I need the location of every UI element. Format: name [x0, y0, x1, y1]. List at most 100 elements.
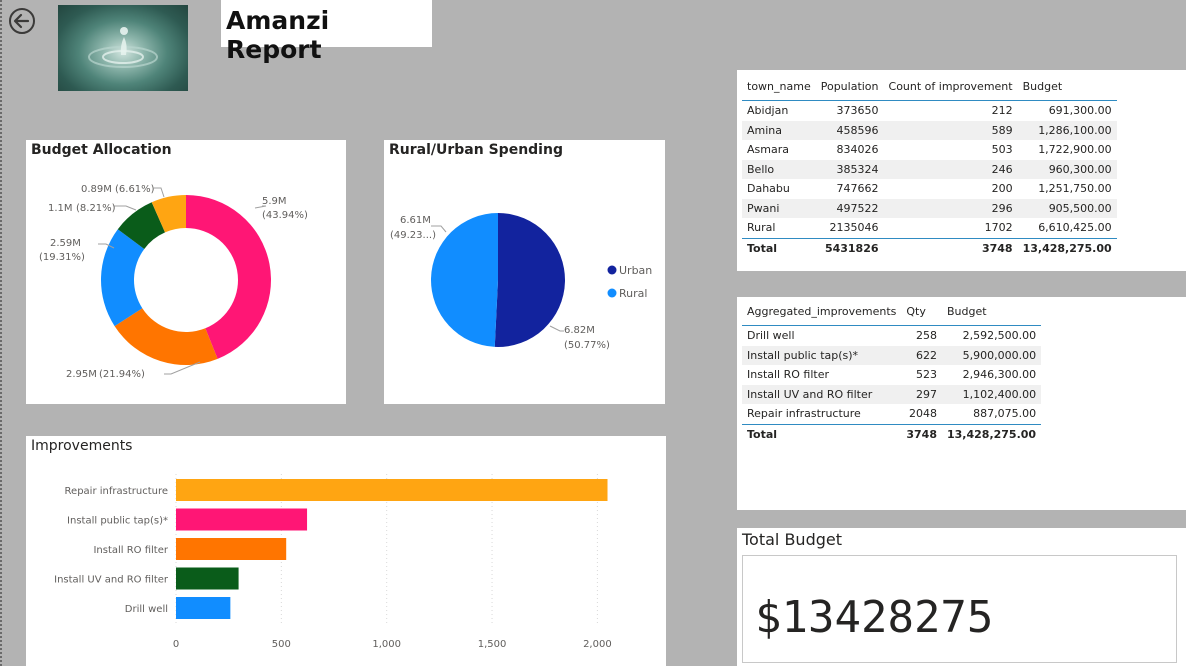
total-budget-box: $13428275: [742, 555, 1177, 663]
table-cell: 1,722,900.00: [1038, 143, 1112, 157]
table-cell: 497522: [815, 198, 884, 218]
column-header[interactable]: Budget: [1017, 73, 1117, 101]
slice-label-pct: (8.21%): [76, 203, 116, 214]
column-header[interactable]: town_name: [742, 73, 816, 101]
table-cell: 905,500.00: [1017, 198, 1117, 218]
table-cell: 297: [901, 384, 942, 404]
table-row[interactable]: Install public tap(s)* 622 5,900,000.00: [742, 345, 1042, 365]
table-cell: 246: [883, 159, 1018, 179]
improvements-table-card: Aggregated_improvements Qty Budget Drill w…: [737, 297, 1186, 510]
total-cell: 5431826: [815, 237, 884, 258]
table-row[interactable]: Drill well 258 2,592,500.00: [742, 326, 1041, 346]
y-category-label: Install public tap(s)*: [67, 516, 168, 527]
legend-marker-rural: [607, 288, 617, 298]
table-cell: Dahabu: [747, 182, 790, 196]
budget-slice-1[interactable]: [114, 308, 218, 365]
table-cell: 622: [901, 345, 942, 365]
column-header[interactable]: Qty: [901, 298, 942, 326]
bar[interactable]: [176, 597, 231, 619]
table-cell: 200: [991, 182, 1013, 196]
table-cell: 2,946,300.00: [962, 368, 1037, 382]
table-row[interactable]: Repair infrastructure 2048 887,075.00: [742, 404, 1041, 424]
table-row[interactable]: Dahabu 747662 200 1,251,750.00: [742, 179, 1117, 199]
column-header[interactable]: Budget: [942, 298, 1042, 326]
column-header[interactable]: Population: [815, 73, 884, 101]
y-category-label: Install RO filter: [93, 545, 168, 556]
improvements-card: Improvements 0 500 1,000 1,500 2,000 Repair i…: [26, 436, 666, 666]
table-cell: Drill well: [747, 329, 795, 343]
x-tick-label: 0: [173, 639, 179, 650]
slice-label-value: 6.61M: [400, 215, 431, 226]
legend-label-urban[interactable]: Urban: [619, 264, 652, 277]
table-cell: Abidjan: [747, 104, 789, 118]
slice-label-pct: (19.31%): [39, 252, 85, 263]
slice-label-value: 0.89M: [81, 184, 112, 195]
slice-label-pct: (6.61%): [115, 184, 155, 195]
table-row[interactable]: Asmara 834026 503 1,722,900.00: [742, 140, 1117, 160]
table-cell: 1,102,400.00: [942, 384, 1042, 404]
slice-label-pct: (21.94%): [99, 369, 145, 380]
table-cell: 5,900,000.00: [942, 345, 1042, 365]
total-cell: 3748: [883, 237, 1018, 258]
table-cell: 373650: [836, 104, 879, 118]
bar[interactable]: [176, 479, 608, 501]
budget-allocation-donut-chart[interactable]: 5.9M (43.94%) 2.95M (21.94%) 2.59M (19.3…: [26, 140, 346, 404]
table-cell: 960,300.00: [1017, 159, 1117, 179]
rural-urban-pie-chart[interactable]: 6.82M (50.77%) 6.61M (49.23...) Urban Ru…: [384, 140, 665, 404]
table-row[interactable]: Rural 2135046 1702 6,610,425.00: [742, 218, 1117, 238]
table-row[interactable]: Pwani 497522 296 905,500.00: [742, 198, 1117, 218]
column-header[interactable]: Count of improvement: [883, 73, 1018, 101]
back-arrow-icon[interactable]: [6, 5, 38, 37]
bar[interactable]: [176, 538, 287, 560]
improvements-bar-chart[interactable]: 0 500 1,000 1,500 2,000 Repair infrastructure…: [26, 436, 666, 666]
table-cell: 385324: [815, 159, 884, 179]
town-table-card: town_name Population Count of improvement B…: [737, 70, 1186, 271]
bar[interactable]: [176, 567, 239, 590]
total-cell: 13,428,275.00: [1017, 237, 1117, 258]
x-tick-label: 1,500: [478, 639, 507, 650]
budget-allocation-card: Budget Allocation 5.9M (43.94%) 2.95M (2…: [26, 140, 346, 404]
table-cell: 6,610,425.00: [1038, 221, 1112, 235]
table-cell: 2135046: [829, 221, 879, 235]
page-edge: [0, 0, 5, 666]
bar[interactable]: [176, 508, 308, 531]
legend-label-rural[interactable]: Rural: [619, 287, 647, 300]
table-row[interactable]: Bello 385324 246 960,300.00: [742, 159, 1117, 179]
table-cell: Install public tap(s)*: [742, 345, 902, 365]
total-cell: Total: [742, 423, 902, 444]
table-cell: Pwani: [742, 198, 816, 218]
table-row[interactable]: Install UV and RO filter 297 1,102,400.00: [742, 384, 1042, 404]
table-cell: Install RO filter: [747, 368, 829, 382]
town-table: town_name Population Count of improvement B…: [742, 73, 1117, 258]
table-cell: 523: [916, 368, 937, 382]
table-total-row: Total 3748 13,428,275.00: [742, 423, 1042, 444]
slice-label-value: 1.1M: [48, 203, 73, 214]
table-cell: 212: [991, 104, 1013, 118]
x-tick-label: 1,000: [372, 639, 401, 650]
spending-slice-1[interactable]: [431, 213, 498, 347]
table-cell: 887,075.00: [973, 407, 1037, 421]
table-cell: 503: [991, 143, 1013, 157]
total-cell: Total: [742, 237, 816, 258]
table-cell: 2,592,500.00: [962, 329, 1037, 343]
total-cell: 13,428,275.00: [942, 423, 1042, 444]
table-cell: Asmara: [747, 143, 789, 157]
table-row[interactable]: Install RO filter 523 2,946,300.00: [742, 365, 1041, 385]
spending-slice-0[interactable]: [494, 213, 566, 347]
table-cell: 747662: [836, 182, 879, 196]
water-drop-logo: [58, 5, 188, 91]
table-row[interactable]: Amina 458596 589 1,286,100.00: [742, 120, 1117, 140]
table-row[interactable]: Abidjan 373650 212 691,300.00: [742, 101, 1117, 121]
slice-label-value: 6.82M: [564, 325, 595, 336]
table-cell: 458596: [815, 120, 884, 140]
total-budget-title: Total Budget: [742, 530, 842, 549]
total-budget-value: $13428275: [755, 592, 994, 643]
column-header[interactable]: Aggregated_improvements: [742, 298, 902, 326]
table-cell: 258: [916, 329, 937, 343]
y-category-label: Repair infrastructure: [65, 486, 168, 497]
x-tick-label: 2,000: [583, 639, 612, 650]
table-cell: Repair infrastructure: [747, 407, 861, 421]
table-cell: Amina: [742, 120, 816, 140]
table-total-row: Total 5431826 3748 13,428,275.00: [742, 237, 1117, 258]
table-cell: 1,251,750.00: [1038, 182, 1112, 196]
